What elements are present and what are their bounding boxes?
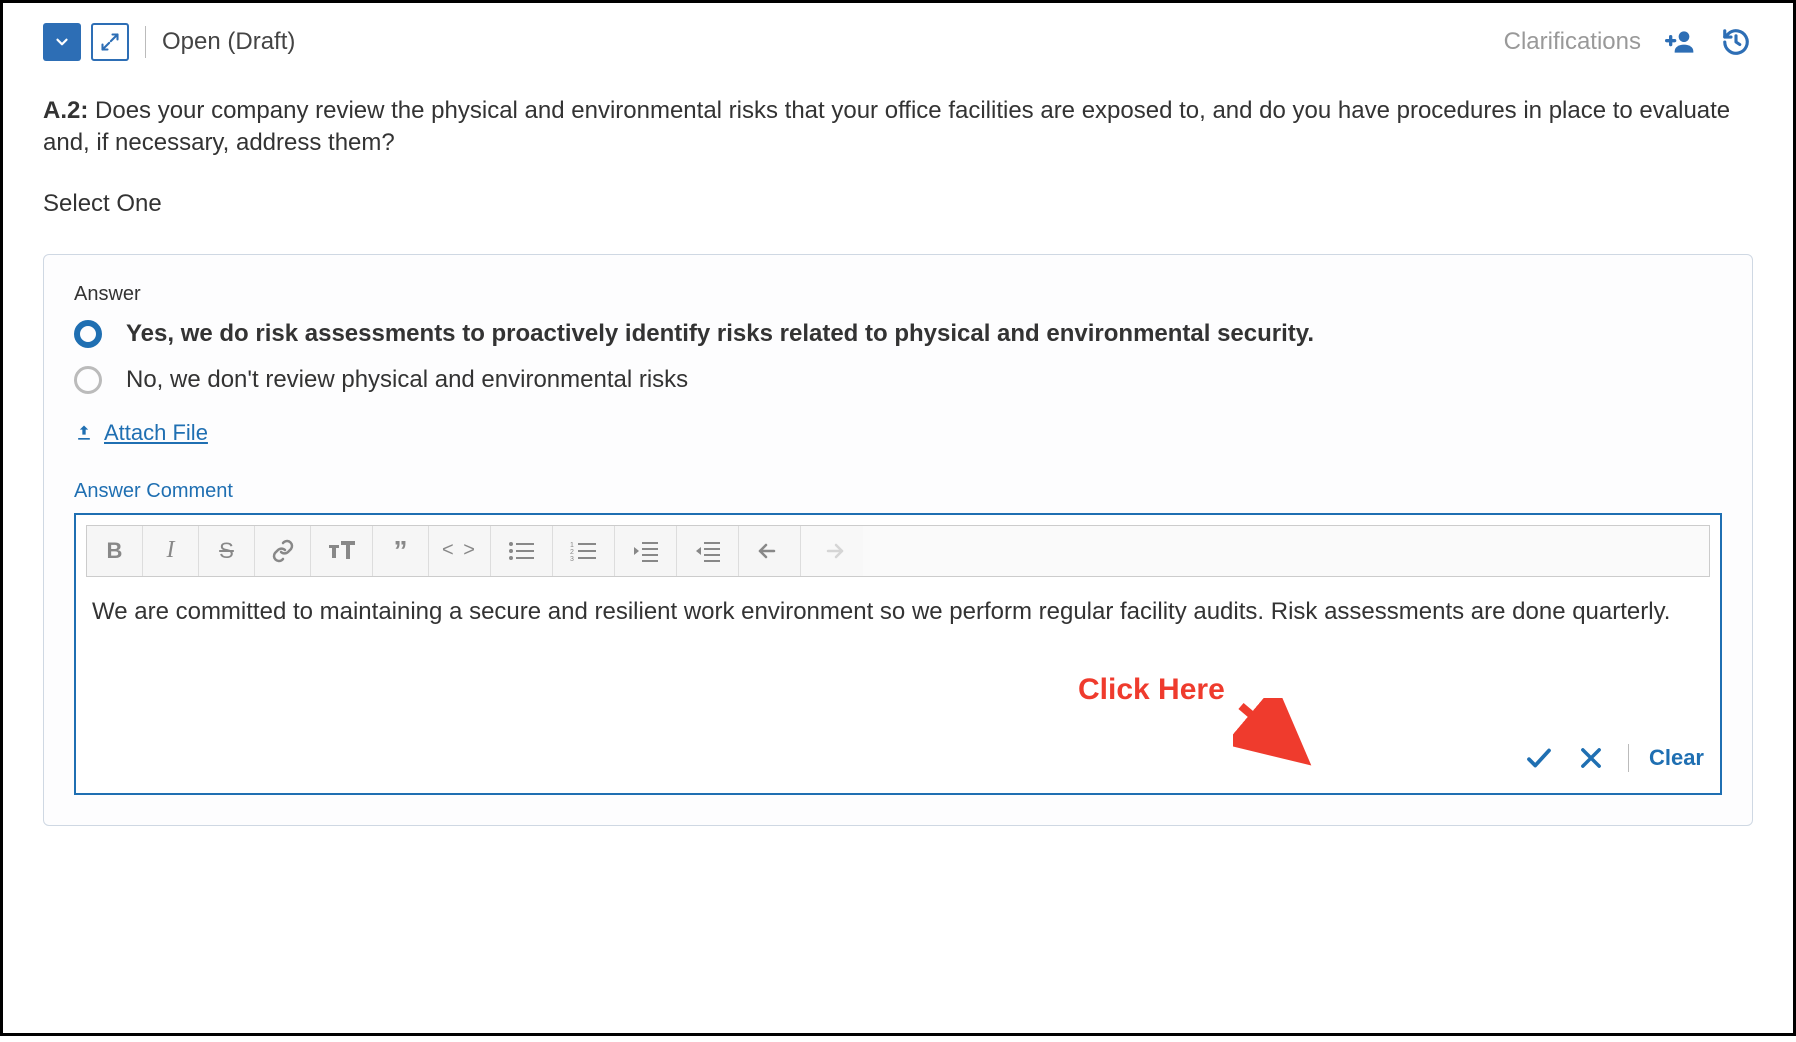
header-right: Clarifications [1504,25,1753,59]
radio-label: Yes, we do risk assessments to proactive… [126,320,1314,348]
strike-button[interactable]: S [199,526,255,576]
divider [145,26,146,58]
code-button[interactable]: < > [429,526,491,576]
radio-unselected-icon [74,366,102,394]
attach-file-label: Attach File [104,420,208,446]
italic-icon: I [167,537,175,564]
radio-option-yes[interactable]: Yes, we do risk assessments to proactive… [74,320,1722,348]
annotation-label: Click Here [1078,673,1225,707]
italic-button[interactable]: I [143,526,199,576]
question-header: Open (Draft) Clarifications [43,23,1753,61]
code-icon: < > [442,539,477,562]
editor-footer: Clear [86,735,1710,779]
question-body: Does your company review the physical an… [43,97,1730,156]
undo-button[interactable] [739,526,801,576]
strikethrough-icon: S [219,538,234,564]
outdent-button[interactable] [615,526,677,576]
answer-comment-header: Answer Comment [74,480,1722,503]
quote-button[interactable]: ” [373,526,429,576]
add-person-button[interactable] [1663,25,1697,59]
radio-label: No, we don't review physical and environ… [126,366,688,394]
svg-text:2: 2 [570,549,574,556]
confirm-comment-button[interactable] [1522,741,1556,775]
redo-icon [818,541,846,561]
textsize-button[interactable] [311,526,373,576]
indent-icon [694,540,722,562]
cancel-comment-button[interactable] [1574,741,1608,775]
header-left: Open (Draft) [43,23,295,61]
annotation-arrow-icon [1233,698,1313,768]
undo-icon [756,541,784,561]
expand-question-button[interactable] [91,23,129,61]
editor-toolbar: B I S ” < > 123 [86,525,1710,577]
radio-option-no[interactable]: No, we don't review physical and environ… [74,366,1722,394]
svg-text:1: 1 [570,542,574,549]
bold-icon: B [107,538,123,564]
upload-icon [74,423,94,443]
quote-icon: ” [394,535,408,567]
question-prefix: A.2: [43,97,88,124]
radio-selected-icon [74,320,102,348]
redo-button[interactable] [801,526,863,576]
history-icon [1721,27,1751,57]
divider [1628,744,1629,772]
answer-section-label: Answer [74,283,1722,306]
select-one-label: Select One [43,190,1753,218]
status-label: Open (Draft) [162,28,295,56]
bullet-list-icon [508,540,536,562]
status-dropdown-button[interactable] [43,23,81,61]
outdent-icon [632,540,660,562]
attach-file-button[interactable]: Attach File [74,420,1722,446]
link-button[interactable] [255,526,311,576]
chevron-down-icon [53,33,71,51]
number-list-button[interactable]: 123 [553,526,615,576]
number-list-icon: 123 [570,540,598,562]
check-icon [1524,743,1554,773]
person-add-icon [1664,26,1696,58]
clarifications-label[interactable]: Clarifications [1504,28,1641,56]
clear-comment-button[interactable]: Clear [1649,745,1704,771]
question-text: A.2: Does your company review the physic… [43,95,1753,160]
comment-text-area[interactable]: We are committed to maintaining a secure… [86,595,1710,715]
svg-text:3: 3 [570,556,574,562]
rich-text-editor: B I S ” < > 123 [74,513,1722,795]
close-icon [1577,744,1605,772]
question-card-container: Open (Draft) Clarifications A.2: Does yo… [0,0,1796,1036]
expand-icon [100,32,120,52]
bullet-list-button[interactable] [491,526,553,576]
indent-button[interactable] [677,526,739,576]
answer-panel: Answer Yes, we do risk assessments to pr… [43,254,1753,826]
bold-button[interactable]: B [87,526,143,576]
link-icon [271,539,295,563]
history-button[interactable] [1719,25,1753,59]
textsize-icon [327,539,357,563]
